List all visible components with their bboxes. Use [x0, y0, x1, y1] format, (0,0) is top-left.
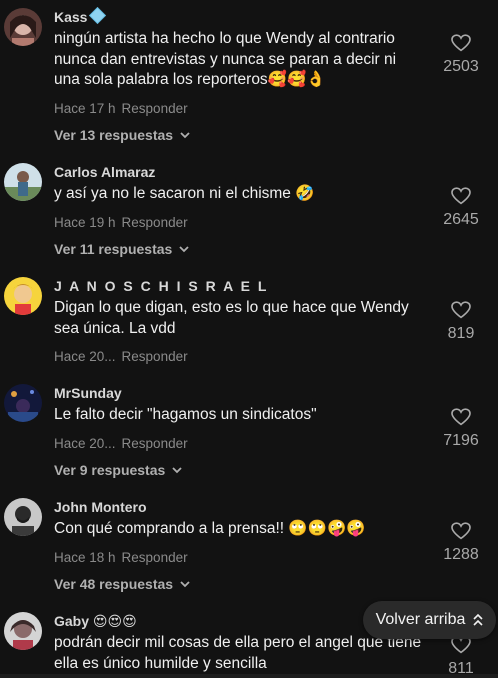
- avatar[interactable]: [4, 612, 42, 650]
- comment-meta: Hace 17 h Responder: [54, 100, 424, 118]
- double-chevron-up-icon: [473, 613, 483, 626]
- chevron-down-icon: [179, 245, 189, 252]
- chevron-down-icon: [180, 131, 190, 138]
- comment-text: ningún artista ha hecho lo que Wendy al …: [54, 30, 397, 88]
- diamond-badge-icon: [89, 7, 107, 24]
- username[interactable]: J A N O S C H I S R A E L: [54, 277, 424, 295]
- view-replies-button[interactable]: Ver 13 respuestas: [54, 126, 191, 144]
- like-group: 7196: [426, 408, 496, 450]
- like-group: 819: [426, 301, 496, 343]
- avatar[interactable]: [4, 498, 42, 536]
- heart-outline-icon[interactable]: [451, 34, 471, 52]
- like-count: 1288: [443, 546, 479, 563]
- avatar[interactable]: [4, 384, 42, 422]
- avatar[interactable]: [4, 8, 42, 46]
- comment-body: Carlos Almaraz y así ya no le sacaron ni…: [54, 163, 424, 259]
- comment-text: Le falto decir "hagamos un sindicatos": [54, 406, 317, 423]
- timestamp: Hace 18 h: [54, 549, 116, 565]
- view-replies-button[interactable]: Ver 9 respuestas: [54, 461, 183, 479]
- like-group: 1288: [426, 522, 496, 564]
- reply-button[interactable]: Responder: [122, 349, 188, 364]
- like-group: 2645: [426, 187, 496, 229]
- avatar[interactable]: [4, 163, 42, 201]
- like-count: 819: [447, 325, 475, 342]
- like-count: 2503: [443, 58, 479, 75]
- avatar[interactable]: [4, 277, 42, 315]
- comment-meta: Hace 20... Responder: [54, 435, 424, 453]
- view-replies-button[interactable]: Ver 11 respuestas: [54, 240, 190, 258]
- username[interactable]: Carlos Almaraz: [54, 163, 424, 181]
- heart-outline-icon[interactable]: [451, 408, 471, 426]
- chevron-down-icon: [180, 580, 190, 587]
- comment-text: y así ya no le sacaron ni el chisme 🤣: [54, 185, 315, 202]
- reply-button[interactable]: Responder: [122, 101, 188, 116]
- comment-text: podrán decir mil cosas de ella pero el a…: [54, 634, 422, 672]
- timestamp: Hace 17 h: [54, 100, 116, 116]
- view-replies-button[interactable]: Ver 48 respuestas: [54, 575, 191, 593]
- timestamp: Hace 20...: [54, 349, 116, 364]
- timestamp: Hace 19 h: [54, 214, 116, 230]
- comment-body: John Montero Con qué comprando a la pren…: [54, 498, 424, 594]
- comment-text: Digan lo que digan, esto es lo que hace …: [54, 299, 409, 337]
- chevron-down-icon: [172, 466, 182, 473]
- bottom-divider: [0, 674, 498, 678]
- username[interactable]: John Montero: [54, 498, 424, 516]
- comment-body: MrSunday Le falto decir "hagamos un sind…: [54, 384, 424, 480]
- comment-body: Kass ningún artista ha hecho lo que Wend…: [54, 7, 424, 145]
- comment-meta: Hace 20... Responder: [54, 348, 424, 366]
- comment-body: J A N O S C H I S R A E L Digan lo que d…: [54, 277, 424, 366]
- heart-outline-icon[interactable]: [451, 301, 471, 319]
- reply-button[interactable]: Responder: [122, 550, 188, 565]
- reply-button[interactable]: Responder: [122, 436, 188, 451]
- heart-outline-icon[interactable]: [451, 522, 471, 540]
- back-to-top-button[interactable]: Volver arriba: [363, 601, 496, 639]
- timestamp: Hace 20...: [54, 435, 116, 451]
- like-count: 2645: [443, 211, 479, 228]
- like-count: 7196: [443, 432, 479, 449]
- back-to-top-label: Volver arriba: [375, 611, 466, 628]
- comment-text: Con qué comprando a la prensa!! 🙄🙄🤪🤪: [54, 520, 366, 537]
- like-group: 811: [426, 636, 496, 678]
- reply-button[interactable]: Responder: [122, 215, 188, 230]
- comment-meta: Hace 19 h Responder: [54, 214, 424, 232]
- like-group: 2503: [426, 34, 496, 76]
- username[interactable]: MrSunday: [54, 384, 424, 402]
- heart-outline-icon[interactable]: [451, 187, 471, 205]
- username[interactable]: Kass: [54, 7, 424, 26]
- comment-meta: Hace 18 h Responder: [54, 549, 424, 567]
